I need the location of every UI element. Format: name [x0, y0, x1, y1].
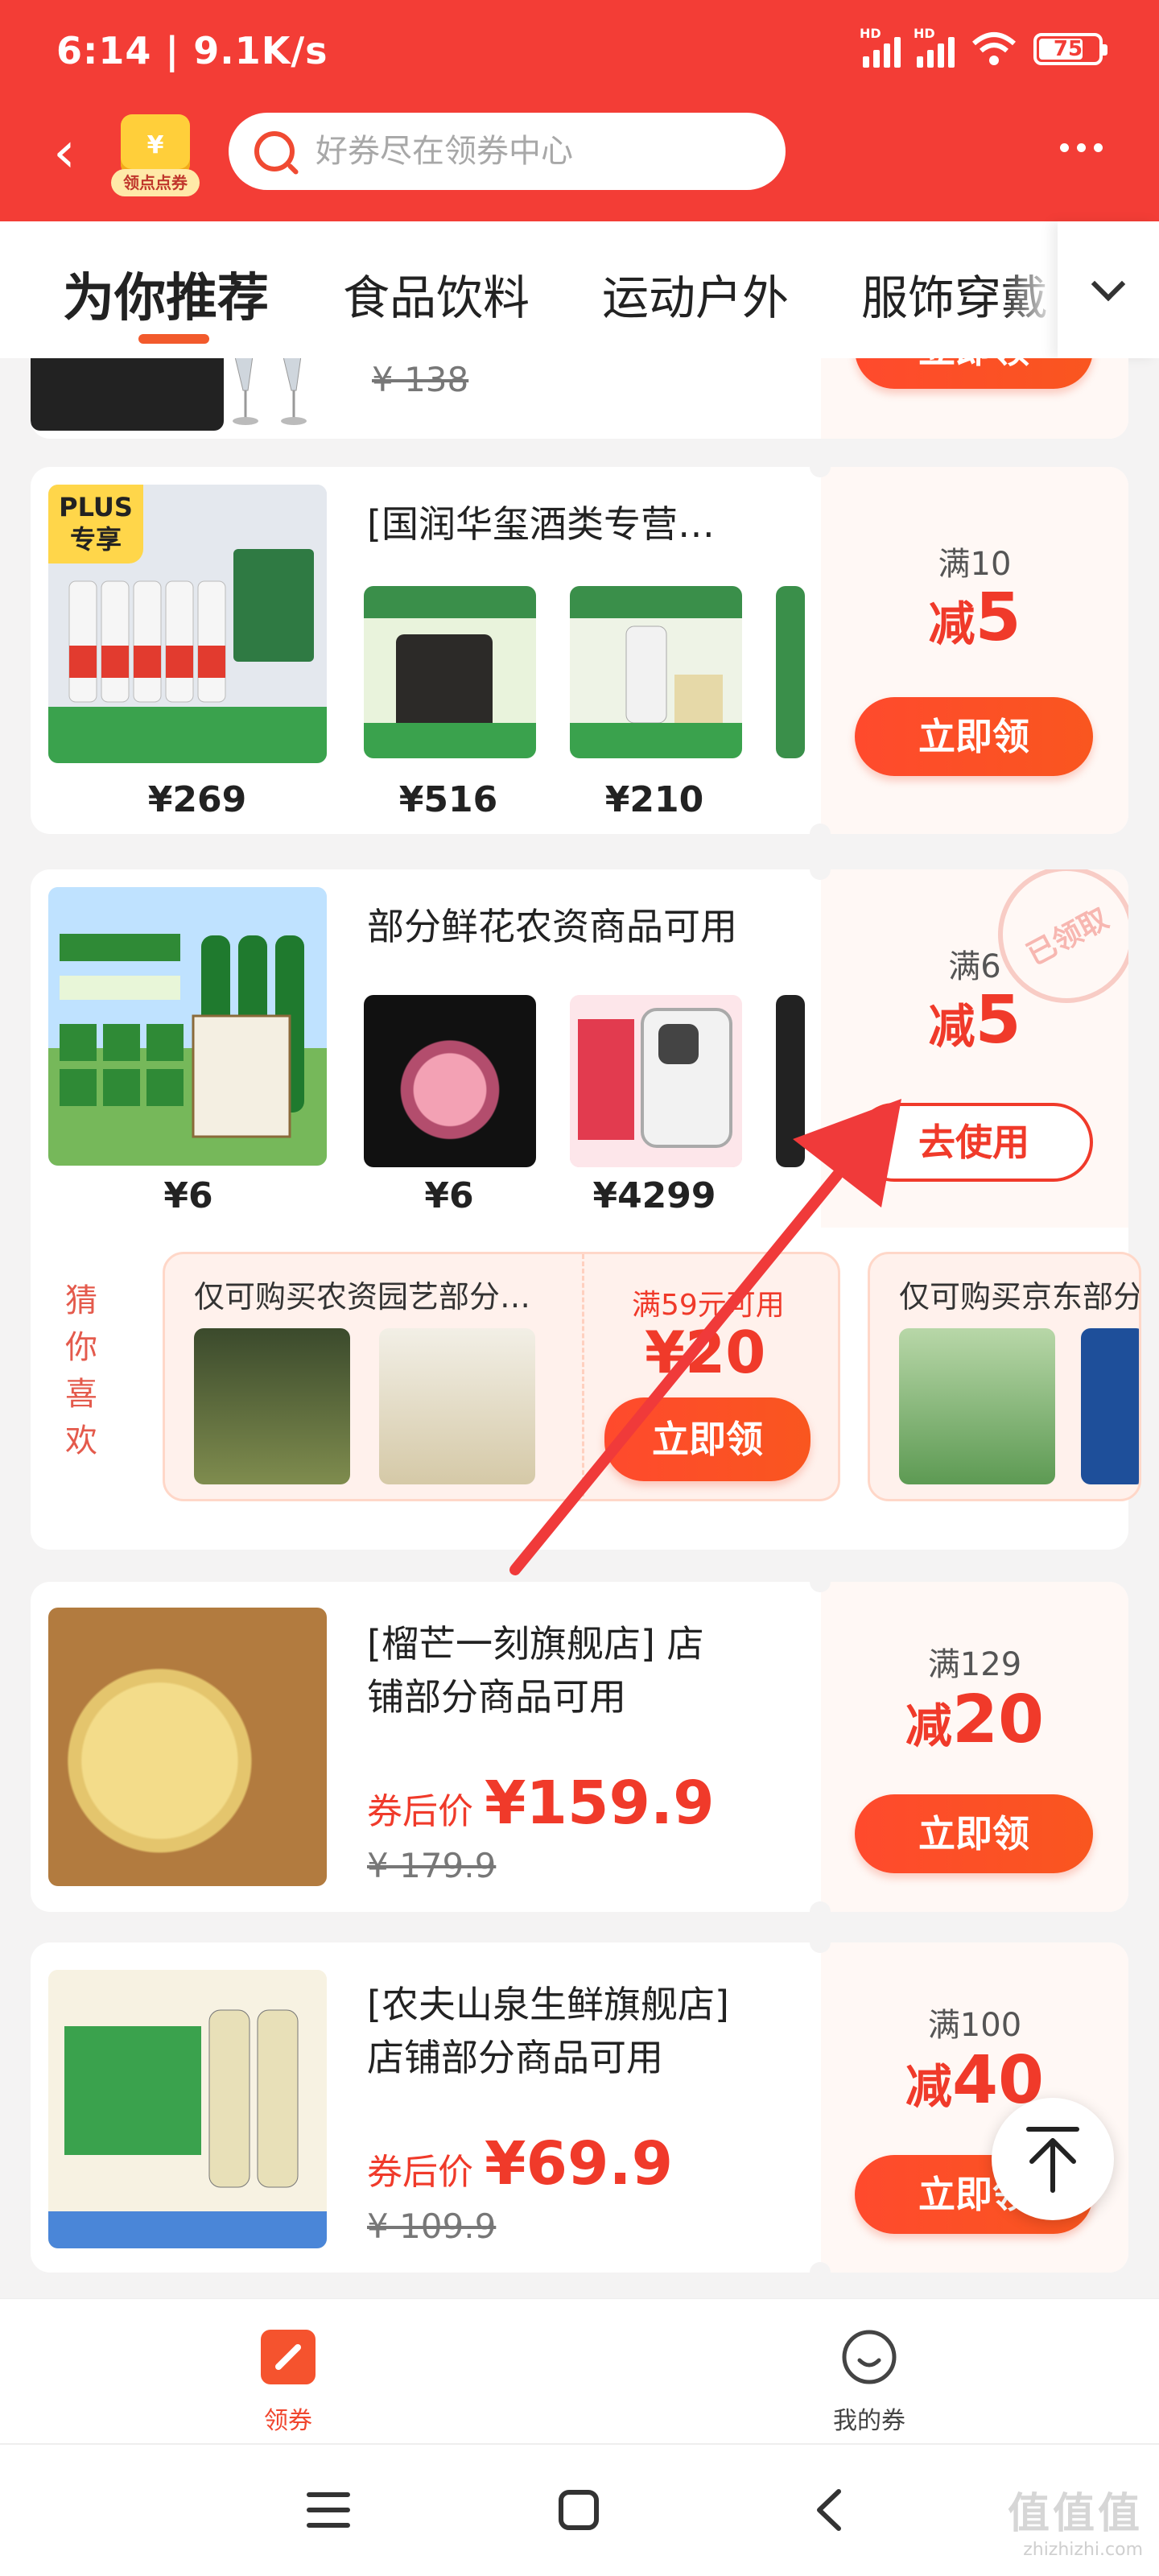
product-price: ¥269	[147, 779, 247, 820]
wifi-icon	[972, 32, 1016, 65]
original-price: ¥ 179.9	[367, 1846, 497, 1885]
coupon-card: ¥ 138 立即领	[31, 358, 1128, 439]
recommended-coupon[interactable]: 仅可购买农资园艺部分… 满59元可用 ¥20 立即领	[163, 1252, 840, 1501]
claim-button[interactable]: 立即领	[855, 358, 1093, 389]
system-nav-bar: 值值值 zhizhizhi.com	[0, 2443, 1159, 2576]
back-icon[interactable]: ‹	[53, 124, 85, 180]
coupon-card: [榴芒一刻旗舰店] 店 铺部分商品可用 券后价 ¥159.9 ¥ 179.9 满…	[31, 1582, 1128, 1912]
nav-label: 领券	[264, 2407, 312, 2435]
product-image[interactable]: PLUS 专享	[48, 485, 327, 763]
watermark: 值值值 zhizhizhi.com	[1007, 2490, 1143, 2560]
back-to-top-button[interactable]	[992, 2098, 1114, 2220]
product-image[interactable]	[899, 1328, 1055, 1484]
guess-you-like: 猜你喜欢 仅可购买农资园艺部分… 满59元可用 ¥20 立即领 仅可购买京东部分	[31, 1228, 1141, 1550]
search-input[interactable]	[316, 133, 734, 170]
claim-button[interactable]: 立即领	[855, 1794, 1093, 1873]
nav-label: 我的券	[833, 2407, 905, 2435]
nav-coupons[interactable]: 领券	[208, 2328, 369, 2436]
active-tab-indicator	[138, 334, 209, 344]
coupon-title: 铺部分商品可用	[367, 1675, 626, 1719]
search-icon	[254, 131, 295, 171]
after-coupon-price: 券后价 ¥69.9	[367, 2129, 674, 2198]
coupon-condition: 满6	[948, 948, 1001, 985]
claim-button[interactable]: 立即领	[855, 697, 1093, 776]
coupon-amount: 减5	[928, 982, 1021, 1059]
signal-icon: HD	[914, 26, 955, 68]
tab-recommend[interactable]: 为你推荐	[63, 257, 269, 331]
product-image[interactable]	[379, 1328, 535, 1484]
nav-my-coupons[interactable]: 我的券	[789, 2328, 950, 2436]
product-price: ¥516	[398, 779, 498, 820]
points-coupon-button[interactable]: ¥ 领点点券	[111, 114, 200, 198]
coupon-condition: 满129	[927, 1646, 1022, 1683]
search-bar[interactable]	[229, 113, 786, 190]
coupon-card: [农夫山泉生鲜旗舰店] 店铺部分商品可用 券后价 ¥69.9 ¥ 109.9 满…	[31, 1942, 1128, 2273]
coupon-card: PLUS 专享 [国润华玺酒类专营… ¥269 ¥516 ¥210 满10 减5…	[31, 467, 1128, 834]
coupon-condition: 满10	[938, 546, 1012, 583]
product-image[interactable]	[48, 1608, 327, 1886]
recommended-coupon-title: 仅可购买京东部分	[899, 1279, 1141, 1315]
coupon-title: [国润华玺酒类专营…	[367, 502, 715, 546]
status-bar: 6:14 | 9.1K/s HD HD 75	[0, 0, 1159, 105]
recommended-coupon-condition: 满59元可用	[632, 1289, 785, 1322]
product-price: ¥6	[424, 1175, 474, 1216]
tab-food-drinks[interactable]: 食品饮料	[343, 260, 530, 328]
expand-tabs-button[interactable]	[1058, 221, 1159, 358]
product-image[interactable]	[194, 1328, 350, 1484]
product-image[interactable]	[31, 358, 224, 431]
more-icon[interactable]	[1060, 143, 1103, 152]
recommended-coupon-title: 仅可购买农资园艺部分…	[194, 1279, 531, 1315]
product-image[interactable]	[48, 887, 327, 1166]
recommended-coupon-value: ¥20	[645, 1319, 766, 1386]
coin-icon: ¥	[121, 114, 190, 175]
coupon-amount: 减20	[905, 1682, 1045, 1758]
recents-icon[interactable]	[306, 2490, 351, 2530]
coupon-title: [农夫山泉生鲜旗舰店]	[367, 1983, 729, 2026]
original-price: ¥ 138	[372, 360, 469, 399]
system-back-icon[interactable]	[813, 2487, 845, 2533]
coupon-card: 已领取 部分鲜花农资商品可用 ¥6 ¥6 ¥4299 满6 减5 去使用	[31, 869, 1128, 1228]
home-icon[interactable]	[557, 2488, 600, 2532]
status-icons: HD HD 75	[860, 26, 1107, 68]
signal-icon: HD	[860, 26, 901, 68]
points-coupon-label: 领点点券	[111, 169, 200, 196]
bottom-nav: 领券 我的券	[0, 2298, 1159, 2443]
battery-icon: 75	[1033, 33, 1107, 65]
product-image[interactable]	[364, 586, 536, 758]
product-image[interactable]	[48, 1970, 327, 2248]
coupon-title: 部分鲜花农资商品可用	[367, 905, 737, 948]
product-image[interactable]	[570, 995, 742, 1167]
coupon-title: [榴芒一刻旗舰店] 店	[367, 1622, 704, 1666]
product-price: ¥4299	[592, 1175, 716, 1216]
product-price: ¥6	[163, 1175, 213, 1216]
product-image[interactable]	[570, 586, 742, 758]
arrow-up-icon	[1026, 2127, 1079, 2193]
coupon-amount: 减5	[928, 580, 1021, 656]
plus-exclusive-badge: PLUS 专享	[48, 485, 143, 564]
product-price: ¥210	[604, 779, 704, 820]
original-price: ¥ 109.9	[367, 2207, 497, 2246]
coupon-condition: 满100	[927, 2007, 1022, 2044]
product-image[interactable]	[217, 358, 330, 431]
my-coupon-icon	[842, 2330, 897, 2384]
coupon-feed[interactable]: ¥ 138 立即领 PLUS 专享 [国润华玺酒类专营… ¥269	[0, 358, 1159, 2298]
guess-label: 猜你喜欢	[65, 1282, 97, 1459]
product-image[interactable]	[364, 995, 536, 1167]
chevron-down-icon	[1091, 266, 1126, 302]
claim-button[interactable]: 立即领	[604, 1397, 810, 1481]
app-header: 6:14 | 9.1K/s HD HD 75 ‹ ¥ 领点点券	[0, 0, 1159, 221]
coupon-title: 店铺部分商品可用	[367, 2036, 663, 2079]
status-time: 6:14 | 9.1K/s	[56, 29, 328, 72]
category-tabs: 为你推荐 食品饮料 运动户外 服饰穿戴	[0, 221, 1159, 358]
tab-sports-outdoor[interactable]: 运动户外	[602, 260, 789, 328]
use-coupon-button[interactable]: 去使用	[855, 1103, 1093, 1182]
recommended-coupon[interactable]: 仅可购买京东部分	[868, 1252, 1141, 1501]
coupon-icon	[261, 2330, 316, 2384]
after-coupon-price: 券后价 ¥159.9	[367, 1769, 715, 1838]
